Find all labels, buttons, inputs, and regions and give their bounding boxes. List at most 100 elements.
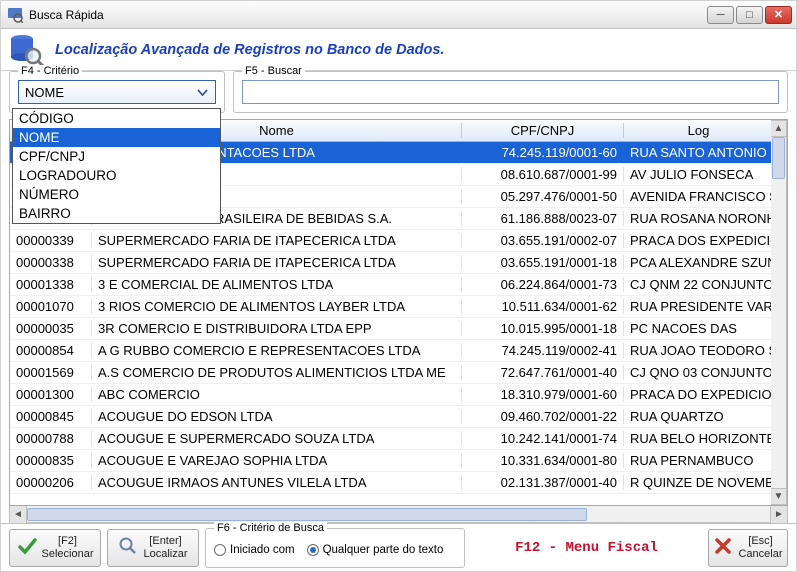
cell-codigo: 00001569 [10, 365, 92, 380]
scroll-left-icon[interactable]: ◄ [10, 506, 27, 523]
cell-codigo: 00000338 [10, 255, 92, 270]
menu-fiscal-label: F12 - Menu Fiscal [471, 540, 702, 556]
cell-cpf: 10.015.995/0001-18 [462, 321, 624, 336]
page-title: Localização Avançada de Registros no Ban… [55, 42, 444, 58]
cell-nome: ACOUGUE E VAREJAO SOPHIA LTDA [92, 453, 462, 468]
locate-button[interactable]: [Enter]Localizar [107, 529, 199, 567]
cell-cpf: 61.186.888/0023-07 [462, 211, 624, 226]
radio-icon [214, 544, 226, 556]
check-icon [17, 536, 37, 559]
cancel-label: [Esc]Cancelar [738, 535, 782, 560]
cell-log: CJ QNO 03 CONJUNTO O [624, 365, 774, 380]
cell-cpf: 06.224.864/0001-73 [462, 277, 624, 292]
titlebar: Busca Rápida ─ □ ✕ [1, 1, 796, 29]
scroll-thumb-vertical[interactable] [772, 137, 785, 179]
cell-cpf: 72.647.761/0001-40 [462, 365, 624, 380]
search-input[interactable] [242, 80, 779, 104]
cell-log: RUA PERNAMBUCO [624, 453, 774, 468]
cell-log: PRACA DO EXPEDICION [624, 387, 774, 402]
buscar-legend: F5 - Buscar [242, 65, 305, 77]
cell-cpf: 74.245.119/0001-60 [462, 145, 624, 160]
criterio-option[interactable]: NÚMERO [13, 185, 220, 204]
scroll-down-icon[interactable]: ▼ [771, 488, 786, 504]
table-row[interactable]: 00000206ACOUGUE IRMAOS ANTUNES VILELA LT… [10, 472, 787, 494]
cell-codigo: 00000835 [10, 453, 92, 468]
cell-nome: ACOUGUE E SUPERMERCADO SOUZA LTDA [92, 431, 462, 446]
table-row[interactable]: 000013383 E COMERCIAL DE ALIMENTOS LTDA0… [10, 274, 787, 296]
criterio-legend: F4 - Critério [18, 65, 82, 77]
cell-log: AV JULIO FONSECA [624, 167, 774, 182]
criterio-combo[interactable]: NOME [18, 80, 216, 104]
table-row[interactable]: 00000835ACOUGUE E VAREJAO SOPHIA LTDA10.… [10, 450, 787, 472]
cell-codigo: 00000339 [10, 233, 92, 248]
table-row[interactable]: 00000339 SUPERMERCADO FARIA DE ITAPECERI… [10, 230, 787, 252]
cell-log: RUA JOAO TEODORO SO [624, 343, 774, 358]
cell-log: RUA PRESIDENTE VARG [624, 299, 774, 314]
radio-icon [307, 544, 319, 556]
minimize-button[interactable]: ─ [707, 6, 734, 24]
search-criteria-fieldset: F6 - Critério de Busca Iniciado com Qual… [205, 528, 465, 568]
radio-start[interactable]: Iniciado com [214, 544, 295, 556]
cell-codigo: 00000206 [10, 475, 92, 490]
database-search-icon [9, 32, 45, 68]
select-label: [F2]Selecionar [42, 535, 94, 560]
criterio-option[interactable]: BAIRRO [13, 204, 220, 223]
cell-codigo: 00000854 [10, 343, 92, 358]
cell-nome: 3 E COMERCIAL DE ALIMENTOS LTDA [92, 277, 462, 292]
radio-any[interactable]: Qualquer parte do texto [307, 544, 444, 556]
cell-cpf: 09.460.702/0001-22 [462, 409, 624, 424]
cell-log: PCA ALEXANDRE SZUND [624, 255, 774, 270]
cell-cpf: 10.242.141/0001-74 [462, 431, 624, 446]
criteria-row: F4 - Critério NOME F5 - Buscar CÓDIGONOM… [1, 71, 796, 119]
select-button[interactable]: [F2]Selecionar [9, 529, 101, 567]
table-row[interactable]: 000010703 RIOS COMERCIO DE ALIMENTOS LAY… [10, 296, 787, 318]
vertical-scrollbar[interactable]: ▲ ▼ [771, 120, 787, 505]
table-row[interactable]: 00001300ABC COMERCIO18.310.979/0001-60PR… [10, 384, 787, 406]
horizontal-scrollbar[interactable]: ◄ ► [9, 506, 788, 523]
cell-cpf: 05.297.476/0001-50 [462, 189, 624, 204]
cell-log: RUA ROSANA NORONHA [624, 211, 774, 226]
search-icon [118, 536, 138, 559]
table-row[interactable]: 00000788ACOUGUE E SUPERMERCADO SOUZA LTD… [10, 428, 787, 450]
table-row[interactable]: 00000845ACOUGUE DO EDSON LTDA09.460.702/… [10, 406, 787, 428]
app-icon [7, 7, 23, 23]
criterio-option[interactable]: CÓDIGO [13, 109, 220, 128]
cell-log: R QUINZE DE NOVEMBR [624, 475, 774, 490]
cell-cpf: 18.310.979/0001-60 [462, 387, 624, 402]
window: Busca Rápida ─ □ ✕ Localização Avançada … [0, 0, 797, 572]
cell-nome: 3 RIOS COMERCIO DE ALIMENTOS LAYBER LTDA [92, 299, 462, 314]
col-cpf[interactable]: CPF/CNPJ [462, 123, 624, 138]
window-buttons: ─ □ ✕ [707, 6, 792, 24]
criterio-option[interactable]: NOME [13, 128, 220, 147]
close-button[interactable]: ✕ [765, 6, 792, 24]
table-row[interactable]: 00000854A G RUBBO COMERCIO E REPRESENTAC… [10, 340, 787, 362]
cell-nome: ABC COMERCIO [92, 387, 462, 402]
criterio-option[interactable]: CPF/CNPJ [13, 147, 220, 166]
cancel-button[interactable]: [Esc]Cancelar [708, 529, 788, 567]
cell-log: AVENIDA FRANCISCO S [624, 189, 774, 204]
cell-log: CJ QNM 22 CONJUNTO E [624, 277, 774, 292]
criterio-selected: NOME [25, 85, 64, 100]
cell-codigo: 00001070 [10, 299, 92, 314]
criterio-option[interactable]: LOGRADOURO [13, 166, 220, 185]
table-row[interactable]: 00001569A.S COMERCIO DE PRODUTOS ALIMENT… [10, 362, 787, 384]
cell-cpf: 10.331.634/0001-80 [462, 453, 624, 468]
cell-log: PC NACOES DAS [624, 321, 774, 336]
chevron-down-icon [194, 84, 211, 101]
col-log[interactable]: Log [624, 123, 774, 138]
scroll-thumb-horizontal[interactable] [27, 508, 587, 521]
table-row[interactable]: 000000353R COMERCIO E DISTRIBUIDORA LTDA… [10, 318, 787, 340]
cell-codigo: 00000788 [10, 431, 92, 446]
table-row[interactable]: 00000338 SUPERMERCADO FARIA DE ITAPECERI… [10, 252, 787, 274]
cell-nome: SUPERMERCADO FARIA DE ITAPECERICA LTDA [92, 233, 462, 248]
cell-cpf: 03.655.191/0002-07 [462, 233, 624, 248]
cell-nome: ACOUGUE IRMAOS ANTUNES VILELA LTDA [92, 475, 462, 490]
scroll-right-icon[interactable]: ► [770, 506, 787, 523]
cell-nome: A.S COMERCIO DE PRODUTOS ALIMENTICIOS LT… [92, 365, 462, 380]
cell-cpf: 10.511.634/0001-62 [462, 299, 624, 314]
cell-log: RUA BELO HORIZONTE [624, 431, 774, 446]
cell-codigo: 00000035 [10, 321, 92, 336]
maximize-button[interactable]: □ [736, 6, 763, 24]
criterio-dropdown[interactable]: CÓDIGONOMECPF/CNPJLOGRADOURONÚMEROBAIRRO [12, 108, 221, 224]
scroll-up-icon[interactable]: ▲ [771, 121, 786, 137]
